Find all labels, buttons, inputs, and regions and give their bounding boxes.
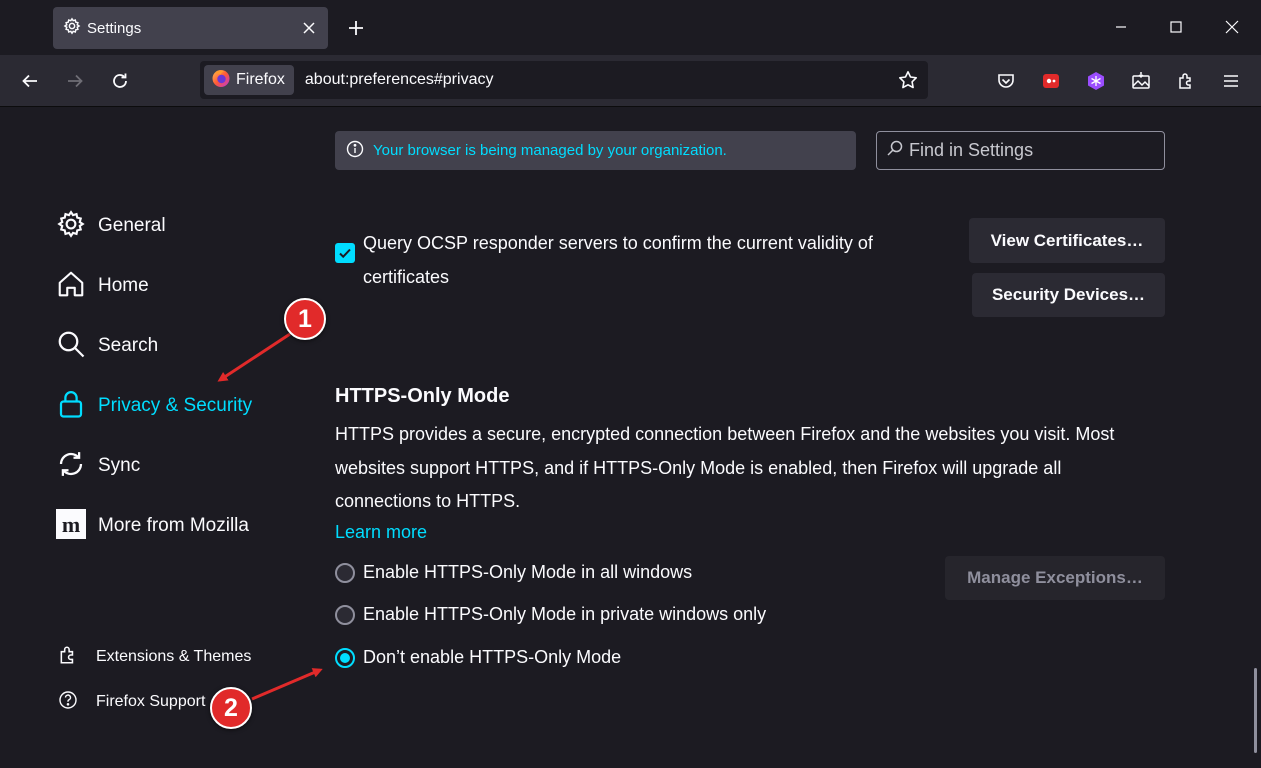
extension-purple-icon[interactable] <box>1079 64 1113 98</box>
search-input[interactable] <box>909 140 1149 161</box>
help-icon <box>58 690 78 715</box>
close-tab-icon[interactable] <box>294 13 324 43</box>
annotation-marker-1: 1 <box>284 298 326 340</box>
firefox-support-link[interactable]: Firefox Support <box>58 689 205 715</box>
forward-button[interactable] <box>58 64 92 98</box>
ocsp-label: Query OCSP responder servers to confirm … <box>363 233 873 287</box>
category-privacy-security[interactable]: Privacy & Security <box>56 390 252 422</box>
https-only-heading: HTTPS-Only Mode <box>335 385 510 407</box>
radio-label: Enable HTTPS-Only Mode in all windows <box>363 562 693 582</box>
radio-button[interactable] <box>335 562 355 583</box>
pocket-icon[interactable] <box>989 64 1023 98</box>
identity-label: Firefox <box>236 71 285 88</box>
category-search[interactable]: Search <box>56 330 158 362</box>
manage-exceptions-button[interactable]: Manage Exceptions… <box>945 556 1165 600</box>
ocsp-checkbox[interactable] <box>335 243 355 263</box>
maximize-button[interactable] <box>1153 8 1199 46</box>
radio-button[interactable] <box>335 604 355 625</box>
puzzle-icon <box>58 645 78 670</box>
category-home[interactable]: Home <box>56 270 149 302</box>
tab-title: Settings <box>87 19 142 37</box>
url-bar[interactable]: Firefox about:preferences#privacy <box>200 61 928 99</box>
bookmark-star-icon[interactable] <box>892 64 924 96</box>
radio-label: Don’t enable HTTPS-Only Mode <box>363 647 622 667</box>
lock-icon <box>56 389 86 424</box>
footer-label: Firefox Support <box>96 693 206 710</box>
settings-search[interactable] <box>876 131 1165 170</box>
scrollbar-thumb[interactable] <box>1254 668 1257 753</box>
url-text[interactable]: about:preferences#privacy <box>305 71 892 89</box>
category-label: Search <box>98 335 159 356</box>
sync-icon <box>56 449 86 484</box>
tab-strip: Settings <box>0 0 1261 55</box>
search-icon <box>56 329 86 364</box>
svg-text:m: m <box>62 512 80 537</box>
policies-text: Your browser is being managed by your or… <box>373 142 727 159</box>
radio-https-all-windows[interactable]: Enable HTTPS-Only Mode in all windows <box>335 562 692 583</box>
annotation-marker-2: 2 <box>210 687 252 729</box>
mozilla-icon: m <box>56 508 86 544</box>
menu-hamburger-icon[interactable] <box>1214 64 1248 98</box>
arrow-to-privacy <box>217 332 291 382</box>
policies-notice[interactable]: Your browser is being managed by your or… <box>335 131 856 170</box>
learn-more-link[interactable]: Learn more <box>335 522 427 543</box>
arrow-to-radio <box>251 668 323 701</box>
category-label: Privacy & Security <box>98 395 253 416</box>
category-label: Sync <box>98 455 141 476</box>
radio-label: Enable HTTPS-Only Mode in private window… <box>363 604 767 624</box>
radio-https-private-only[interactable]: Enable HTTPS-Only Mode in private window… <box>335 604 766 625</box>
radio-https-disabled[interactable]: Don’t enable HTTPS-Only Mode <box>335 647 621 668</box>
extensions-themes-link[interactable]: Extensions & Themes <box>58 644 251 670</box>
category-label: Home <box>98 275 149 296</box>
info-icon <box>346 140 364 162</box>
category-general[interactable]: General <box>56 209 166 244</box>
category-more-from-mozilla[interactable]: m More from Mozilla <box>56 508 249 544</box>
category-label: More from Mozilla <box>98 515 249 536</box>
close-window-button[interactable] <box>1209 8 1255 46</box>
footer-label: Extensions & Themes <box>96 648 252 665</box>
home-icon <box>56 269 86 304</box>
extension-red-icon[interactable] <box>1034 64 1068 98</box>
navigation-toolbar: Firefox about:preferences#privacy <box>0 55 1261 107</box>
security-devices-button[interactable]: Security Devices… <box>972 273 1165 317</box>
minimize-button[interactable] <box>1098 8 1144 46</box>
new-tab-button[interactable] <box>340 12 372 44</box>
reload-button[interactable] <box>103 64 137 98</box>
gear-icon <box>56 209 86 244</box>
tab-settings[interactable]: Settings <box>53 7 328 49</box>
gear-icon <box>63 17 81 40</box>
identity-box[interactable]: Firefox <box>204 65 294 95</box>
extensions-puzzle-icon[interactable] <box>1169 64 1203 98</box>
category-label: General <box>98 215 166 236</box>
screenshot-icon[interactable] <box>1124 64 1158 98</box>
radio-button-selected[interactable] <box>335 647 355 668</box>
view-certificates-button[interactable]: View Certificates… <box>969 218 1165 263</box>
search-icon <box>887 140 903 161</box>
back-button[interactable] <box>13 64 47 98</box>
firefox-logo-icon <box>211 68 231 93</box>
category-sync[interactable]: Sync <box>56 450 140 482</box>
https-only-description: HTTPS provides a secure, encrypted conne… <box>335 424 1115 511</box>
